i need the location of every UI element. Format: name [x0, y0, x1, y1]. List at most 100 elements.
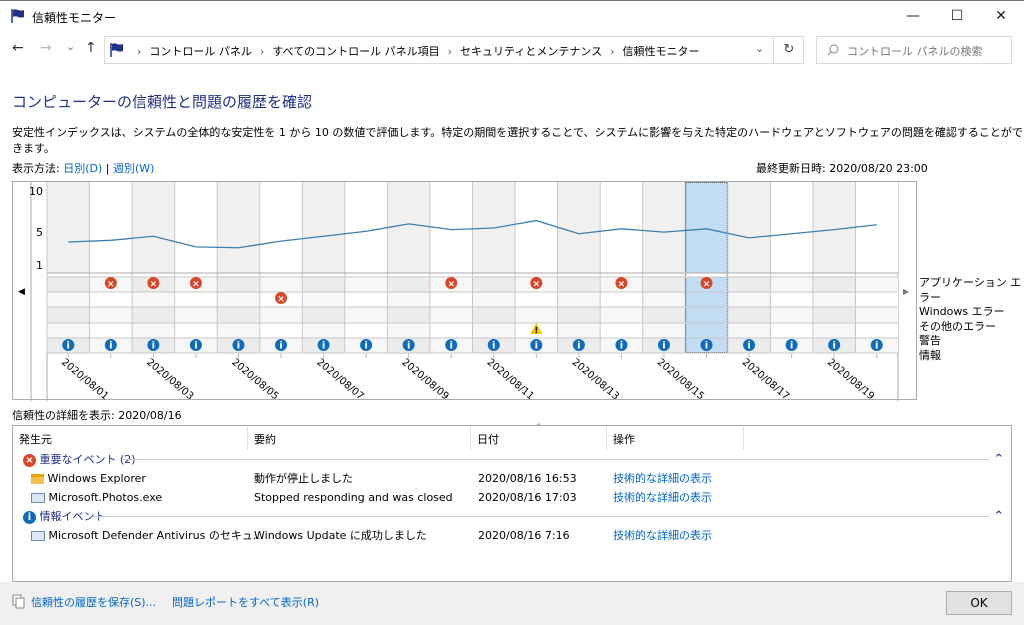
- collapse-icon[interactable]: ^: [995, 506, 1003, 525]
- event-cell[interactable]: [770, 307, 813, 323]
- event-cell[interactable]: [855, 292, 898, 307]
- day-column-2020/08/06[interactable]: [259, 182, 303, 273]
- ok-button[interactable]: OK: [946, 591, 1012, 615]
- search-input[interactable]: コントロール パネルの検索: [816, 36, 1012, 64]
- event-cell[interactable]: [344, 307, 388, 323]
- day-column-2020/08/13[interactable]: [557, 182, 601, 273]
- event-cell[interactable]: [302, 277, 345, 292]
- day-column-2020/08/18[interactable]: [770, 182, 813, 273]
- event-cell[interactable]: [600, 307, 643, 323]
- event-cell[interactable]: [642, 307, 686, 323]
- day-column-2020/08/01[interactable]: [47, 182, 90, 273]
- event-cell[interactable]: [600, 323, 643, 338]
- event-cell[interactable]: [727, 277, 771, 292]
- day-column-2020/08/16[interactable]: [685, 182, 728, 273]
- event-cell[interactable]: [855, 323, 898, 338]
- event-cell[interactable]: [174, 307, 218, 323]
- event-cell[interactable]: [685, 292, 728, 307]
- event-cell[interactable]: [387, 277, 430, 292]
- day-column-2020/08/17[interactable]: [727, 182, 771, 273]
- event-cell[interactable]: [770, 292, 813, 307]
- column-header-source[interactable]: 発生元: [13, 426, 248, 450]
- day-column-2020/08/08[interactable]: [344, 182, 388, 273]
- view-all-reports-link[interactable]: 問題レポートをすべて表示(R): [172, 594, 319, 610]
- event-cell[interactable]: [557, 323, 601, 338]
- event-cell[interactable]: [132, 323, 175, 338]
- event-cell[interactable]: [344, 292, 388, 307]
- event-cell[interactable]: [89, 323, 133, 338]
- event-cell[interactable]: [812, 323, 856, 338]
- address-bar[interactable]: › コントロール パネル › すべてのコントロール パネル項目 › セキュリティとメンテナ…: [104, 36, 804, 64]
- event-cell[interactable]: [302, 307, 345, 323]
- breadcrumb-item[interactable]: コントロール パネル: [149, 45, 252, 58]
- event-cell[interactable]: [472, 277, 516, 292]
- scroll-right-button[interactable]: ▶: [903, 287, 910, 296]
- minimize-button[interactable]: —: [890, 5, 936, 29]
- day-column-2020/08/07[interactable]: [302, 182, 345, 273]
- event-cell[interactable]: [515, 307, 558, 323]
- event-cell[interactable]: [217, 323, 260, 338]
- day-column-2020/08/09[interactable]: [387, 182, 430, 273]
- address-dropdown-button[interactable]: ⌄: [755, 42, 764, 55]
- event-cell[interactable]: [812, 277, 856, 292]
- back-button[interactable]: ←: [12, 40, 24, 56]
- event-cell[interactable]: [770, 323, 813, 338]
- event-cell[interactable]: [557, 292, 601, 307]
- weekly-view-link[interactable]: 週別(W): [113, 162, 154, 175]
- event-cell[interactable]: [429, 307, 473, 323]
- event-cell[interactable]: [557, 277, 601, 292]
- day-column-2020/08/15[interactable]: [642, 182, 686, 273]
- maximize-button[interactable]: ☐: [934, 5, 980, 29]
- event-row[interactable]: Microsoft.Photos.exe Stopped responding a…: [13, 488, 1011, 507]
- day-column-2020/08/05[interactable]: [217, 182, 260, 273]
- event-cell[interactable]: [302, 323, 345, 338]
- event-cell[interactable]: [174, 292, 218, 307]
- breadcrumb-item[interactable]: すべてのコントロール パネル項目: [272, 45, 439, 58]
- event-cell[interactable]: [132, 307, 175, 323]
- day-column-2020/08/03[interactable]: [132, 182, 175, 273]
- event-cell[interactable]: [472, 307, 516, 323]
- event-cell[interactable]: [429, 323, 473, 338]
- view-technical-details-link[interactable]: 技術的な詳細の表示: [613, 526, 712, 545]
- event-cell[interactable]: [855, 277, 898, 292]
- forward-button[interactable]: →: [40, 40, 52, 56]
- save-history-link[interactable]: 信頼性の履歴を保存(S)...: [31, 594, 156, 610]
- event-cell[interactable]: [387, 292, 430, 307]
- event-cell[interactable]: [855, 307, 898, 323]
- recent-locations-button[interactable]: ⌄: [66, 40, 75, 53]
- event-cell[interactable]: [47, 277, 90, 292]
- event-cell[interactable]: [259, 307, 303, 323]
- event-cell[interactable]: [47, 292, 90, 307]
- event-cell[interactable]: [344, 277, 388, 292]
- daily-view-link[interactable]: 日別(D): [63, 162, 102, 175]
- event-cell[interactable]: [515, 292, 558, 307]
- event-cell[interactable]: [217, 292, 260, 307]
- event-cell[interactable]: [89, 307, 133, 323]
- view-technical-details-link[interactable]: 技術的な詳細の表示: [613, 488, 712, 507]
- event-row[interactable]: Windows Explorer 動作が停止しました 2020/08/16 16:5…: [13, 469, 1011, 488]
- close-button[interactable]: ✕: [978, 5, 1024, 29]
- column-header-action[interactable]: 操作: [607, 426, 744, 450]
- breadcrumb-item[interactable]: 信頼性モニター: [623, 45, 700, 58]
- event-cell[interactable]: [302, 292, 345, 307]
- event-cell[interactable]: [812, 292, 856, 307]
- view-technical-details-link[interactable]: 技術的な詳細の表示: [613, 469, 712, 488]
- scroll-left-button[interactable]: ◀: [18, 287, 25, 297]
- event-cell[interactable]: [132, 292, 175, 307]
- event-cell[interactable]: [685, 323, 728, 338]
- event-cell[interactable]: [472, 292, 516, 307]
- column-header-summary[interactable]: 要約: [248, 426, 471, 450]
- up-button[interactable]: ↑: [85, 40, 97, 56]
- event-cell[interactable]: [217, 307, 260, 323]
- day-column-2020/08/02[interactable]: [89, 182, 133, 273]
- reliability-chart-svg[interactable]: 1051◀ ▶× × × × × × ××!i i i i i i i i i i i i i i i i i i i i2020/…: [13, 182, 918, 402]
- event-cell[interactable]: [642, 323, 686, 338]
- event-cell[interactable]: [89, 292, 133, 307]
- event-cell[interactable]: [429, 292, 473, 307]
- event-cell[interactable]: [685, 307, 728, 323]
- event-cell[interactable]: [47, 323, 90, 338]
- event-cell[interactable]: [472, 323, 516, 338]
- collapse-icon[interactable]: ^: [995, 449, 1003, 468]
- event-cell[interactable]: [770, 277, 813, 292]
- event-cell[interactable]: [727, 323, 771, 338]
